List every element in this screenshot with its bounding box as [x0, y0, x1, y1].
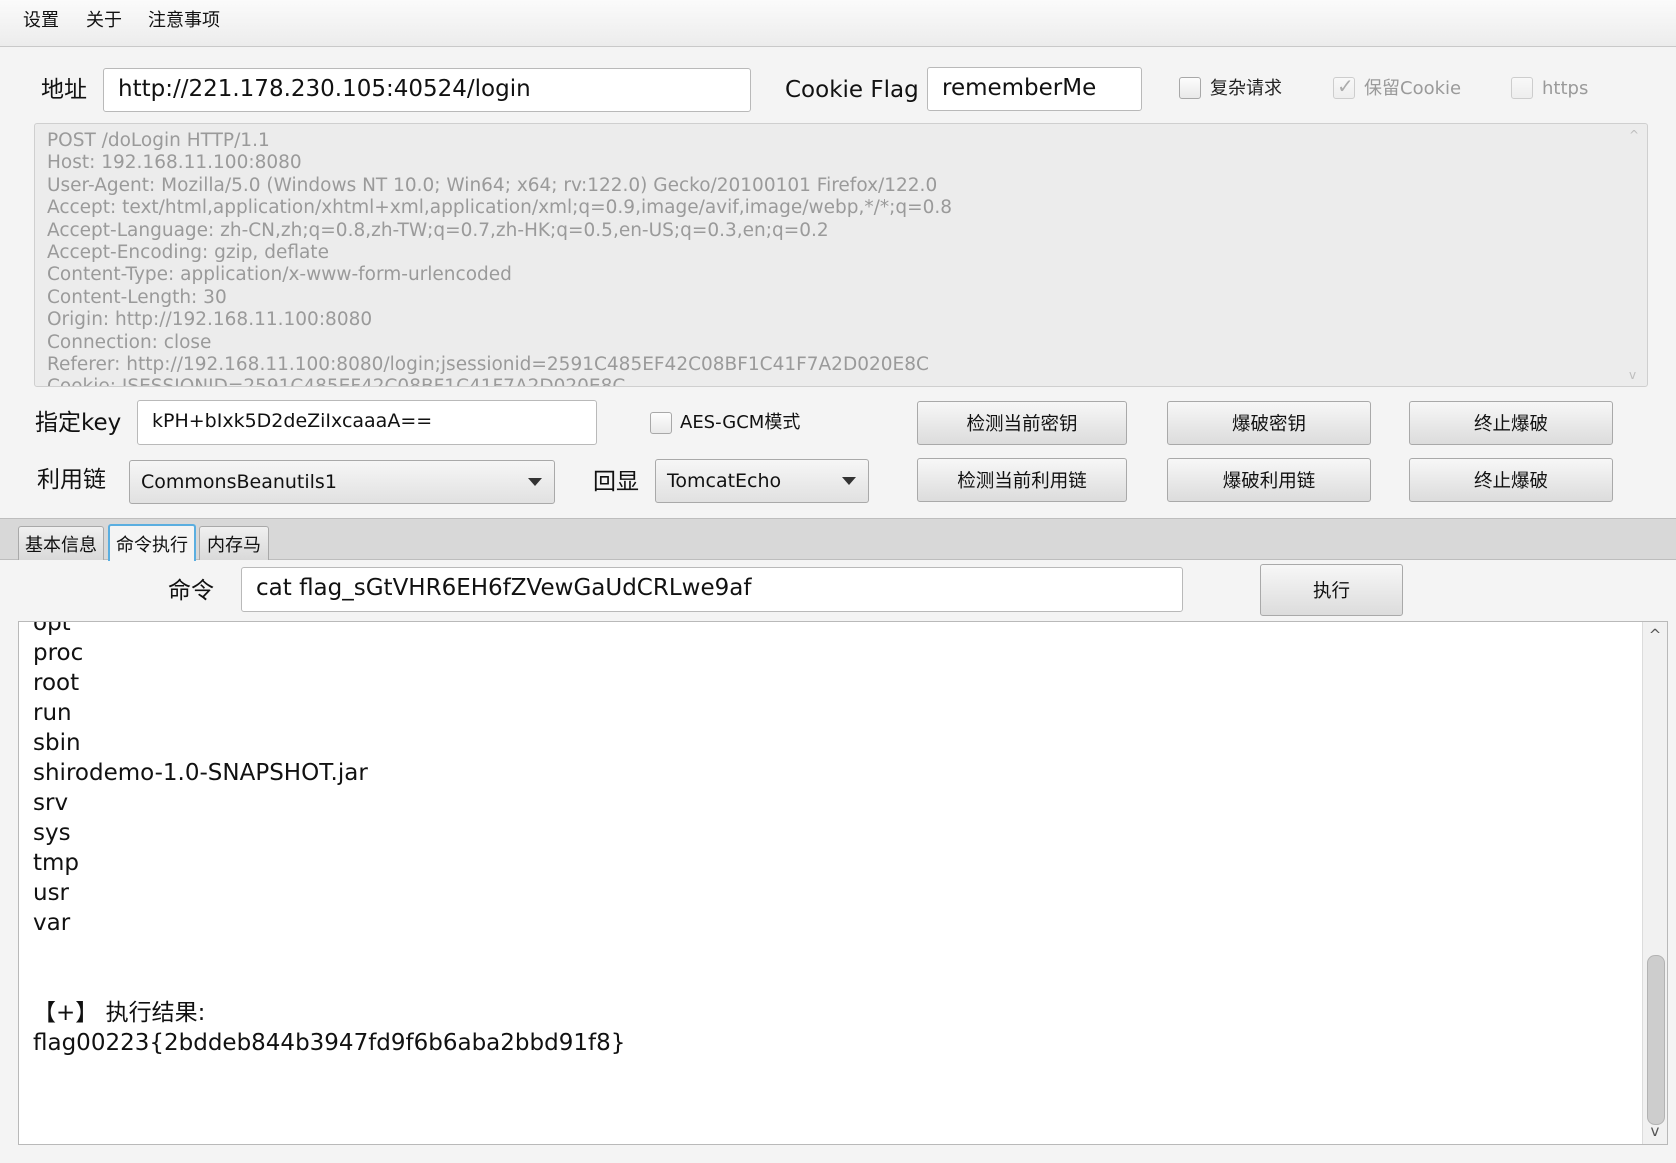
chevron-down-icon	[528, 478, 542, 486]
gadget-chain-value: CommonsBeanutils1	[141, 471, 337, 493]
request-scrollbar[interactable]: ^ v	[1629, 128, 1641, 382]
stop-key-bruteforce-button[interactable]: 终止爆破	[1409, 401, 1613, 445]
tab-memory-shell[interactable]: 内存马	[199, 526, 269, 560]
command-output-area[interactable]: opt proc root run sbin shirodemo-1.0-SNA…	[18, 621, 1668, 1145]
cookie-flag-input[interactable]: rememberMe	[927, 67, 1142, 111]
gadget-chain-select[interactable]: CommonsBeanutils1	[129, 460, 555, 504]
raw-request-textarea[interactable]: POST /doLogin HTTP/1.1 Host: 192.168.11.…	[34, 123, 1648, 387]
scroll-down-icon: v	[1629, 368, 1637, 382]
stop-chain-bruteforce-button[interactable]: 终止爆破	[1409, 458, 1613, 502]
menu-settings[interactable]: 设置	[23, 9, 59, 33]
menu-bar: 设置 关于 注意事项	[0, 0, 1676, 47]
address-label: 地址	[41, 77, 87, 103]
tab-basic-info[interactable]: 基本信息	[18, 526, 104, 560]
key-input[interactable]: kPH+bIxk5D2deZiIxcaaaA==	[137, 400, 597, 445]
tab-command-exec[interactable]: 命令执行	[108, 524, 196, 561]
https-label: https	[1542, 78, 1589, 99]
command-input[interactable]: cat flag_sGtVHR6EH6fZVewGaUdCRLwe9af	[241, 567, 1183, 612]
checkmark-icon: ✓	[1337, 74, 1354, 98]
menu-notes[interactable]: 注意事项	[148, 9, 220, 33]
key-label: 指定key	[35, 410, 122, 436]
echo-select[interactable]: TomcatEcho	[655, 459, 869, 503]
chevron-down-icon	[842, 477, 856, 485]
menu-about[interactable]: 关于	[86, 9, 122, 33]
chain-label: 利用链	[37, 467, 106, 493]
execute-button[interactable]: 执行	[1260, 564, 1403, 616]
complex-request-label: 复杂请求	[1210, 78, 1282, 99]
raw-request-text: POST /doLogin HTTP/1.1 Host: 192.168.11.…	[47, 130, 953, 387]
command-label: 命令	[168, 578, 214, 604]
address-input[interactable]: http://221.178.230.105:40524/login	[103, 68, 751, 112]
complex-request-checkbox[interactable]	[1179, 77, 1201, 99]
detect-chain-button[interactable]: 检测当前利用链	[917, 458, 1127, 502]
echo-value: TomcatEcho	[667, 470, 782, 492]
scroll-up-icon[interactable]: ^	[1643, 624, 1667, 646]
bruteforce-chain-button[interactable]: 爆破利用链	[1167, 458, 1371, 502]
command-output-text: opt proc root run sbin shirodemo-1.0-SNA…	[33, 621, 626, 1056]
https-checkbox[interactable]	[1511, 77, 1533, 99]
scroll-down-icon[interactable]: v	[1643, 1120, 1667, 1142]
output-scrollbar[interactable]: ^ v	[1642, 622, 1667, 1144]
cookie-flag-label: Cookie Flag	[785, 77, 919, 103]
echo-label: 回显	[593, 469, 639, 495]
bruteforce-key-button[interactable]: 爆破密钥	[1167, 401, 1371, 445]
keep-cookie-label: 保留Cookie	[1364, 78, 1462, 99]
detect-key-button[interactable]: 检测当前密钥	[917, 401, 1127, 445]
scrollbar-thumb[interactable]	[1647, 955, 1665, 1125]
aes-gcm-checkbox[interactable]	[650, 412, 672, 434]
keep-cookie-checkbox[interactable]: ✓	[1333, 74, 1355, 99]
aes-gcm-label: AES-GCM模式	[680, 412, 801, 433]
scroll-up-icon: ^	[1629, 128, 1640, 142]
